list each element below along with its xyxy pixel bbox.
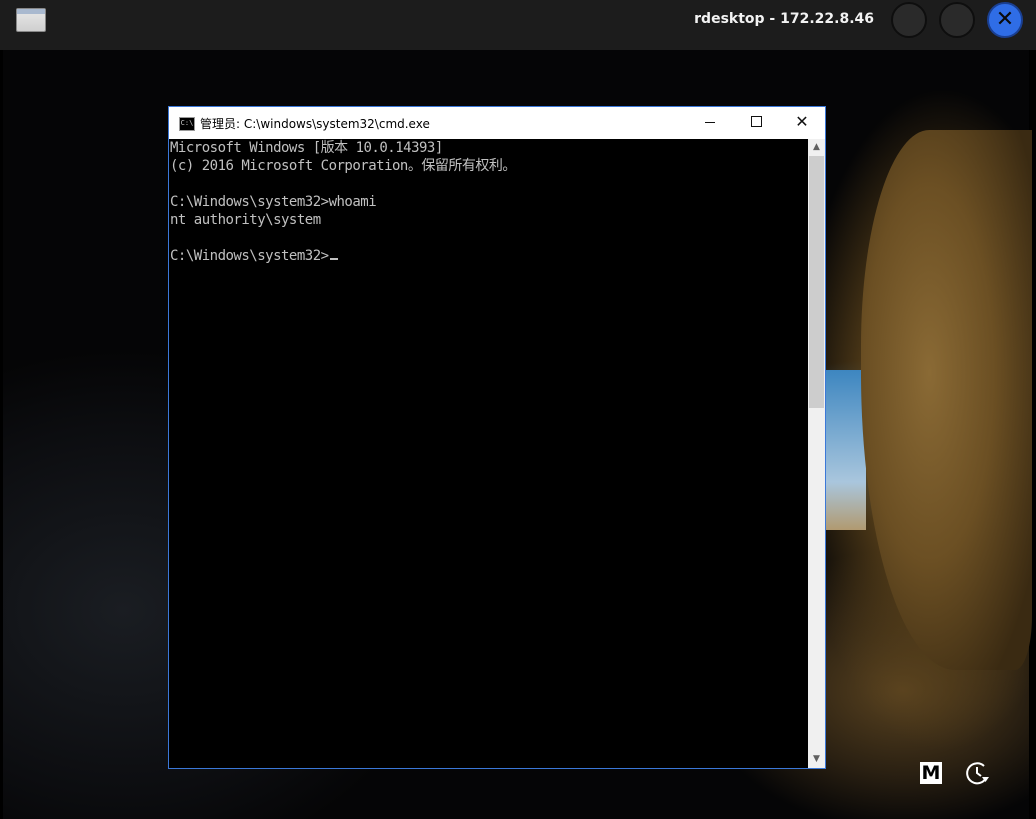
cmd-maximize-button[interactable] <box>733 107 779 139</box>
console-prompt-line[interactable]: C:\Windows\system32> <box>170 247 338 265</box>
console-line: nt authority\system <box>170 212 321 228</box>
maximize-icon <box>750 115 762 127</box>
scroll-thumb[interactable] <box>809 156 824 408</box>
m-tray-icon[interactable]: M <box>920 762 942 784</box>
rdesktop-close-button[interactable]: ✕ <box>987 2 1023 38</box>
cmd-window[interactable]: C:\ 管理员: C:\windows\system32\cmd.exe ✕ M… <box>168 106 826 769</box>
text-cursor <box>329 258 338 260</box>
console-prompt: C:\Windows\system32> <box>170 248 329 264</box>
wallpaper-sky <box>826 370 866 530</box>
console-line: C:\Windows\system32>whoami <box>170 194 377 210</box>
cmd-console-icon[interactable]: C:\ <box>179 117 195 131</box>
console-line: (c) 2016 Microsoft Corporation。保留所有权利。 <box>170 158 516 174</box>
scroll-up-arrow-icon[interactable]: ▲ <box>808 139 825 156</box>
window-app-icon[interactable] <box>16 8 46 32</box>
cmd-minimize-button[interactable] <box>687 107 733 139</box>
scroll-down-arrow-icon[interactable]: ▼ <box>808 751 825 768</box>
cmd-close-button[interactable]: ✕ <box>779 107 825 139</box>
minimize-icon <box>705 121 715 123</box>
wallpaper-rock-arch <box>861 130 1032 670</box>
cmd-vertical-scrollbar[interactable]: ▲ ▼ <box>808 139 825 768</box>
rdesktop-title-bar: rdesktop - 172.22.8.46 ✕ <box>0 0 1036 50</box>
console-line: Microsoft Windows [版本 10.0.14393] <box>170 140 443 156</box>
cmd-title-bar[interactable]: C:\ 管理员: C:\windows\system32\cmd.exe ✕ <box>169 107 825 139</box>
rdesktop-window-title: rdesktop - 172.22.8.46 <box>694 11 874 27</box>
rdesktop-maximize-button[interactable] <box>939 2 975 38</box>
clock-settings-icon[interactable] <box>964 760 990 786</box>
cmd-window-title: 管理员: C:\windows\system32\cmd.exe <box>200 117 430 131</box>
cmd-console-output[interactable]: Microsoft Windows [版本 10.0.14393] (c) 20… <box>169 139 808 768</box>
rdesktop-minimize-button[interactable] <box>891 2 927 38</box>
